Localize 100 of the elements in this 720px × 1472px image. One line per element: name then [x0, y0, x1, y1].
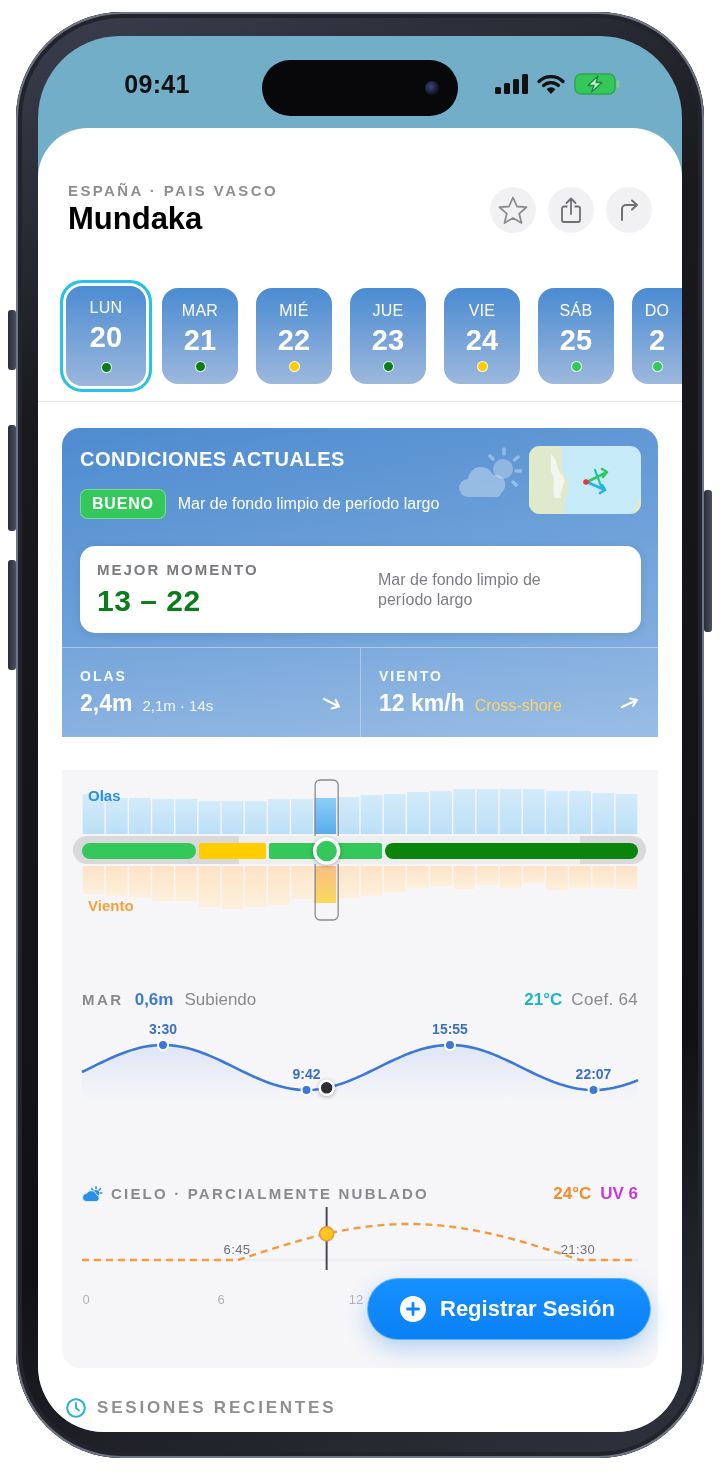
forward-button[interactable]	[606, 187, 652, 233]
day-tile[interactable]: VIE 24	[444, 288, 520, 384]
wave-bar	[430, 791, 452, 834]
water-temperature: 21°C	[524, 989, 563, 1011]
sunset-time: 21:30	[560, 1242, 596, 1257]
wind-bar	[453, 866, 476, 889]
wave-bar	[314, 798, 337, 834]
time-cursor-line	[325, 1206, 328, 1271]
conditions-summary: Mar de fondo limpio de período largo	[177, 494, 440, 514]
air-temperature: 24°C	[553, 1183, 592, 1205]
wifi-icon	[536, 74, 565, 94]
battery-charging-icon	[573, 73, 620, 95]
recent-sessions-title: SESIONES RECIENTES	[97, 1397, 337, 1419]
wind-label: Viento	[88, 897, 134, 914]
conditions-title: CONDICIONES ACTUALES	[80, 447, 346, 472]
tide-label: MAR	[82, 990, 124, 1010]
tide-coefficient: Coef. 64	[571, 989, 638, 1011]
wave-bar	[198, 801, 221, 834]
sun-position-icon	[318, 1226, 335, 1242]
plus-circle-icon	[400, 1296, 426, 1322]
wind-bar	[105, 866, 128, 896]
arrow-icon	[620, 695, 640, 711]
wind-bar	[407, 866, 429, 888]
day-tile[interactable]: LUN 20	[60, 280, 152, 392]
signal-icon	[494, 74, 528, 94]
timeline-track[interactable]	[73, 836, 646, 865]
arrow-icon	[322, 695, 342, 711]
register-session-button[interactable]: Registrar Sesión	[367, 1278, 651, 1340]
tide-height: 0,6m	[134, 989, 174, 1011]
wind-bar	[314, 866, 337, 903]
wave-bar	[453, 789, 476, 834]
wave-bar	[129, 798, 151, 834]
wind-bar	[360, 866, 383, 896]
wind-bar	[268, 866, 290, 905]
share-icon	[561, 197, 581, 223]
turn-arrow-icon	[619, 199, 639, 221]
region-label: ESPAÑA · PAIS VASCO	[68, 182, 279, 200]
wind-bar	[499, 866, 522, 888]
wave-bar	[592, 793, 615, 834]
wave-bar	[522, 789, 545, 834]
wave-bar	[268, 799, 290, 834]
waves-metric-label: OLAS	[80, 668, 128, 685]
tide-trend: Subiendo	[184, 989, 257, 1011]
day-tile[interactable]: SÁB 25	[538, 288, 614, 384]
wind-bar	[82, 866, 105, 894]
wave-bar	[499, 789, 522, 834]
wave-bar	[615, 794, 638, 834]
best-time-label: MEJOR MOMENTO	[97, 561, 260, 579]
waves-metric-value: 2,4m	[80, 689, 133, 718]
day-tile[interactable]: MAR 21	[162, 288, 238, 384]
status-time: 09:41	[124, 69, 190, 100]
wave-bar	[546, 791, 568, 834]
wind-bar	[175, 866, 198, 901]
favorite-button[interactable]	[490, 187, 536, 233]
day-tile[interactable]: DO 2	[632, 288, 682, 384]
wave-bar	[569, 791, 591, 834]
wave-bar	[407, 792, 429, 834]
wave-bar	[221, 801, 244, 834]
phone-side-key	[8, 310, 16, 370]
clock-icon	[66, 1398, 86, 1418]
wind-bar	[152, 866, 174, 901]
wind-metric-label: VIENTO	[379, 668, 444, 685]
wind-bar	[291, 866, 313, 899]
tide-time-label: 22:07	[575, 1066, 612, 1082]
wind-bar	[476, 866, 499, 885]
wave-bar	[383, 794, 406, 834]
uv-index: UV 6	[600, 1183, 638, 1205]
hour-label: 12	[348, 1292, 364, 1307]
timeline-handle[interactable]	[312, 837, 341, 865]
rating-segment	[199, 843, 266, 859]
wind-bar	[198, 866, 221, 907]
wave-bar	[152, 799, 174, 834]
share-button[interactable]	[548, 187, 594, 233]
tide-point-icon	[444, 1039, 456, 1051]
wave-bar	[244, 801, 267, 834]
best-time-note: Mar de fondo limpio de período largo	[378, 569, 542, 610]
sky-title: CIELO · PARCIALMENTE NUBLADO	[111, 1184, 429, 1204]
spot-title: Mundaka	[68, 200, 204, 238]
day-tile[interactable]: MIÉ 22	[256, 288, 332, 384]
wave-bar	[291, 799, 313, 834]
current-position-icon	[318, 1079, 335, 1097]
wind-bar	[569, 866, 591, 888]
tide-point-icon	[157, 1039, 169, 1051]
wind-metric-value: 12 km/h	[379, 689, 465, 718]
hour-label: 0	[82, 1292, 90, 1307]
wind-bar	[615, 866, 638, 889]
wind-bar	[592, 866, 615, 888]
wind-bar	[383, 866, 406, 892]
cloud-sun-icon	[458, 447, 522, 499]
tide-time-label: 3:30	[149, 1021, 177, 1037]
day-tile[interactable]: JUE 23	[350, 288, 426, 384]
wind-bar	[430, 866, 452, 886]
hour-label: 6	[217, 1292, 225, 1307]
tide-time-label: 15:55	[432, 1021, 468, 1037]
waves-metric-detail: 2,1m · 14s	[142, 696, 214, 716]
tide-time-label: 9:42	[292, 1066, 321, 1082]
sunrise-time: 6:45	[223, 1242, 251, 1257]
wave-bar	[337, 797, 360, 834]
wind-metric-detail: Cross-shore	[474, 696, 562, 716]
wave-bar	[360, 795, 383, 834]
